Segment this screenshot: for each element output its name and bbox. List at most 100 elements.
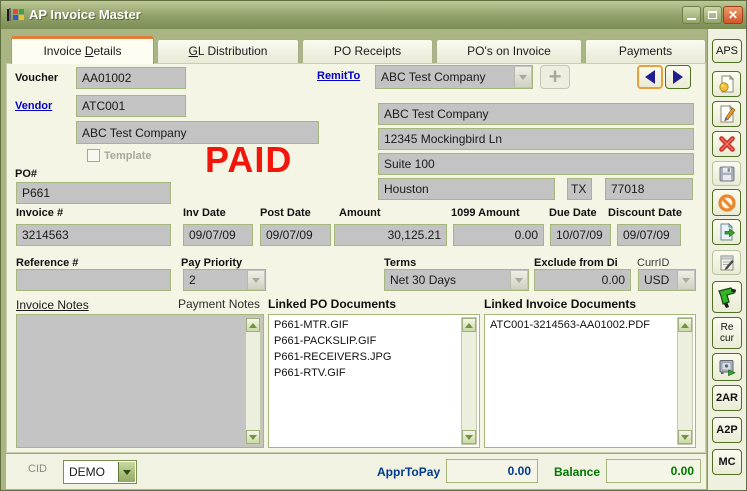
cancel-icon xyxy=(717,193,737,213)
discount-date-field[interactable]: 09/07/09 xyxy=(617,224,681,246)
cid-label: CID xyxy=(28,463,47,475)
list-item[interactable]: P661-RTV.GIF xyxy=(271,365,459,381)
po-label: PO# xyxy=(15,168,37,180)
address-city-field[interactable]: Houston xyxy=(378,178,555,200)
a2p-button[interactable]: A2P xyxy=(712,417,742,443)
minimize-button[interactable] xyxy=(682,6,701,24)
template-checkbox[interactable] xyxy=(87,149,100,162)
address-line1-field[interactable]: 12345 Mockingbird Ln xyxy=(378,128,694,150)
delete-button[interactable] xyxy=(712,131,741,157)
save-button[interactable] xyxy=(712,161,741,186)
invoice-notes-link[interactable]: Invoice Notes xyxy=(16,298,89,312)
new-document-button[interactable] xyxy=(712,71,741,97)
chevron-down-icon[interactable] xyxy=(677,271,694,289)
cid-combo[interactable]: DEMO xyxy=(63,460,137,484)
label-gun-icon xyxy=(716,284,738,310)
chevron-down-icon[interactable] xyxy=(510,271,527,289)
invoice-notes-scrollbar[interactable] xyxy=(245,317,261,445)
scroll-up-icon[interactable] xyxy=(678,318,692,332)
aps-button[interactable]: APS xyxy=(712,39,742,63)
cancel-button[interactable] xyxy=(712,189,741,216)
terms-combo[interactable]: Net 30 Days xyxy=(384,269,529,291)
scroll-down-icon[interactable] xyxy=(462,430,476,444)
scroll-down-icon[interactable] xyxy=(678,430,692,444)
list-item[interactable]: ATC001-3214563-AA01002.PDF xyxy=(487,317,675,333)
po-field[interactable]: P661 xyxy=(16,182,171,204)
reference-label: Reference # xyxy=(16,257,78,269)
add-remitto-button[interactable]: + xyxy=(540,65,570,89)
remitto-combo[interactable]: ABC Test Company xyxy=(375,65,533,89)
close-button[interactable]: ✕ xyxy=(723,6,743,24)
linked-invoice-documents-list[interactable]: ATC001-3214563-AA01002.PDF xyxy=(484,314,696,448)
export-document-icon xyxy=(717,222,737,242)
scroll-up-icon[interactable] xyxy=(246,318,260,332)
post-date-label: Post Date xyxy=(260,207,311,219)
tab-pos-on-invoice[interactable]: PO's on Invoice xyxy=(436,39,582,63)
exclude-from-discount-label: Exclude from Di xyxy=(534,257,618,269)
edit-document-icon xyxy=(717,104,737,124)
invoice-number-field[interactable]: 3214563 xyxy=(16,224,171,246)
remitto-link[interactable]: RemitTo xyxy=(317,70,360,82)
pay-priority-combo[interactable]: 2 xyxy=(183,269,266,291)
discount-date-label: Discount Date xyxy=(608,207,682,219)
titlebar: AP Invoice Master ✕ xyxy=(1,1,747,29)
window-title: AP Invoice Master xyxy=(29,7,141,22)
paid-stamp: PAID xyxy=(205,139,292,181)
list-item[interactable]: P661-PACKSLIP.GIF xyxy=(271,333,459,349)
maximize-button[interactable] xyxy=(703,6,722,24)
appr-to-pay-label: ApprToPay xyxy=(377,465,440,479)
tab-po-receipts[interactable]: PO Receipts xyxy=(302,39,433,63)
tab-invoice-details[interactable]: Invoice Details xyxy=(11,36,154,64)
to-ar-button[interactable]: 2AR xyxy=(712,385,742,411)
vendor-link[interactable]: Vendor xyxy=(15,100,52,112)
inv-date-field[interactable]: 09/07/09 xyxy=(183,224,253,246)
vendor-field[interactable]: ATC001 xyxy=(76,95,186,117)
invoice-notes-textarea[interactable] xyxy=(16,314,264,448)
vault-button[interactable] xyxy=(712,353,742,381)
scroll-down-icon[interactable] xyxy=(246,430,260,444)
scroll-up-icon[interactable] xyxy=(462,318,476,332)
list-item[interactable]: P661-RECEIVERS.JPG xyxy=(271,349,459,365)
chevron-down-icon[interactable] xyxy=(247,271,264,289)
currid-label: CurrID xyxy=(637,257,669,269)
arrow-right-icon xyxy=(673,70,683,84)
post-date-field[interactable]: 09/07/09 xyxy=(260,224,331,246)
currid-combo[interactable]: USD xyxy=(638,269,696,291)
tab-gl-distribution[interactable]: GL Distribution xyxy=(157,39,299,63)
linked-invoice-documents-label: Linked Invoice Documents xyxy=(484,297,636,311)
balance-field: 0.00 xyxy=(606,459,701,483)
address-name-field[interactable]: ABC Test Company xyxy=(378,103,694,125)
chevron-down-icon[interactable] xyxy=(514,67,531,87)
linked-po-documents-list[interactable]: P661-MTR.GIF P661-PACKSLIP.GIF P661-RECE… xyxy=(268,314,480,448)
maximize-icon xyxy=(708,11,717,19)
balance-label: Balance xyxy=(554,465,600,479)
new-document-icon xyxy=(717,74,737,94)
export-button[interactable] xyxy=(712,219,741,245)
mc-button[interactable]: MC xyxy=(712,449,742,475)
previous-record-button[interactable] xyxy=(637,65,663,89)
amount-label: Amount xyxy=(339,207,381,219)
amount-1099-field[interactable]: 0.00 xyxy=(453,224,544,246)
amount-field[interactable]: 30,125.21 xyxy=(334,224,447,246)
amount-1099-label: 1099 Amount xyxy=(451,207,543,219)
edit-button[interactable] xyxy=(712,101,741,127)
address-state-field[interactable]: TX xyxy=(567,178,592,200)
next-record-button[interactable] xyxy=(665,65,691,89)
address-zip-field[interactable]: 77018 xyxy=(605,178,693,200)
exclude-from-discount-field[interactable]: 0.00 xyxy=(534,269,631,291)
chevron-down-icon[interactable] xyxy=(118,462,135,482)
list-item[interactable]: P661-MTR.GIF xyxy=(271,317,459,333)
due-date-field[interactable]: 10/07/09 xyxy=(550,224,611,246)
address-line2-field[interactable]: Suite 100 xyxy=(378,153,694,175)
voucher-label: Voucher xyxy=(15,72,58,84)
label-gun-button[interactable] xyxy=(712,281,742,313)
voucher-field[interactable]: AA01002 xyxy=(76,67,186,89)
linked-invoice-scrollbar[interactable] xyxy=(677,317,693,445)
linked-po-scrollbar[interactable] xyxy=(461,317,477,445)
memo-button[interactable] xyxy=(712,250,741,275)
ap-invoice-master-window: AP Invoice Master ✕ Invoice Details GL D… xyxy=(0,0,747,491)
reference-field[interactable] xyxy=(16,269,171,291)
linked-po-documents-label: Linked PO Documents xyxy=(268,297,396,311)
recur-button[interactable]: Recur xyxy=(712,317,742,349)
tab-payments[interactable]: Payments xyxy=(585,39,706,63)
